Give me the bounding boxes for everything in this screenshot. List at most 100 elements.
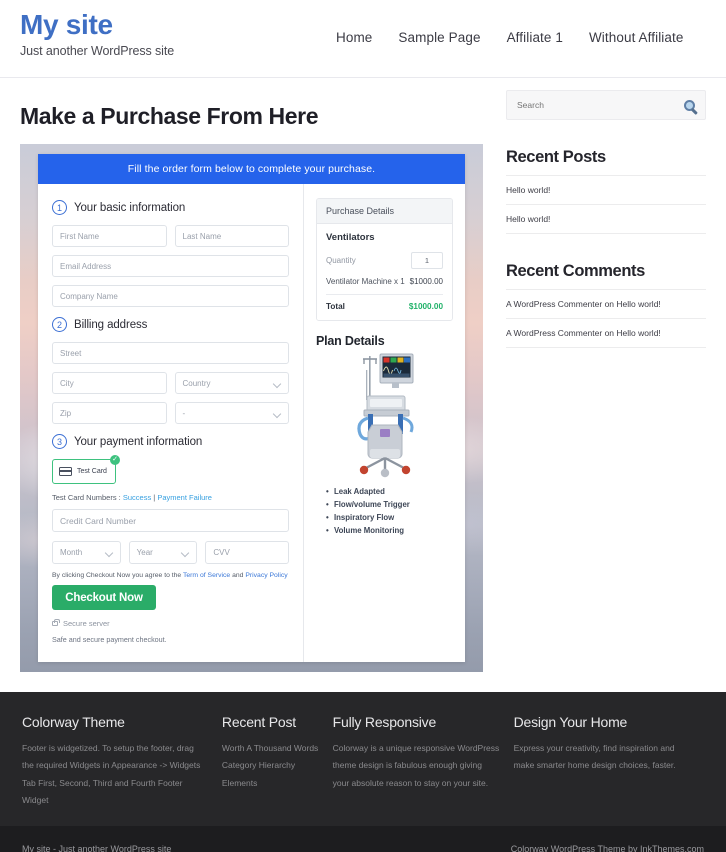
list-item[interactable]: Hello world!	[506, 175, 706, 205]
section-1-number: 1	[52, 200, 67, 215]
list-item[interactable]: Elements	[222, 775, 319, 792]
email-row: Email Address	[52, 255, 289, 277]
city-country-row: City Country	[52, 372, 289, 394]
search-input[interactable]	[517, 100, 647, 110]
month-select[interactable]: Month	[52, 541, 121, 564]
order-form-right-column: Purchase Details Ventilators Quantity 1 …	[304, 184, 465, 662]
search-icon[interactable]	[684, 99, 695, 111]
list-item: Leak Adapted	[326, 486, 453, 499]
section-3-title: Your payment information	[74, 435, 203, 448]
recent-comments-title: Recent Comments	[506, 262, 645, 280]
product-name: Ventilators	[326, 232, 375, 243]
order-form-card: Fill the order form below to complete yo…	[38, 154, 465, 662]
company-input[interactable]: Company Name	[52, 285, 289, 307]
footer-column-3-text: Colorway is a unique responsive WordPres…	[332, 743, 500, 788]
list-item: Inspiratory Flow	[326, 512, 453, 525]
order-form-body: 1 Your basic information First Name Last…	[38, 184, 465, 662]
footer-left-credit: My site - Just another WordPress site	[22, 843, 172, 852]
company-row: Company Name	[52, 285, 289, 307]
section-1-title: Your basic information	[74, 201, 186, 214]
nav-item-affiliate-1[interactable]: Affiliate 1	[507, 30, 563, 45]
footer-column-1-text: Footer is widgetized. To setup the foote…	[22, 743, 201, 806]
footer-recent-post-list: Worth A Thousand Words Category Hierarch…	[222, 740, 319, 792]
sidebar: Recent Posts Hello world! Hello world! R…	[506, 78, 706, 672]
section-2-number: 2	[52, 317, 67, 332]
safe-checkout-note: Safe and secure payment checkout.	[52, 635, 167, 644]
list-item: Flow/volume Trigger	[326, 499, 453, 512]
footer-column-2-title: Recent Post	[221, 714, 296, 730]
ventilator-image	[316, 352, 453, 478]
list-item[interactable]: Worth A Thousand Words	[222, 740, 319, 757]
test-card-tab[interactable]: Test Card ✓	[52, 455, 120, 484]
last-name-input[interactable]: Last Name	[174, 225, 289, 247]
plan-details-title: Plan Details	[316, 334, 385, 348]
recent-posts-list: Hello world! Hello world!	[506, 175, 706, 234]
credit-card-number-input[interactable]: Credit Card Number	[52, 509, 289, 532]
footer-right-credit[interactable]: Colorway WordPress Theme by InkThemes.co…	[511, 844, 704, 852]
section-2-title: Billing address	[74, 318, 148, 331]
site-header: My site Just another WordPress site Home…	[0, 0, 726, 78]
list-item[interactable]: Hello world!	[506, 205, 706, 234]
purchase-details-box: Purchase Details Ventilators Quantity 1 …	[316, 198, 453, 321]
sub-footer: My site - Just another WordPress site Co…	[0, 825, 726, 852]
quantity-row: Quantity 1	[326, 252, 443, 269]
order-form-background: Fill the order form below to complete yo…	[20, 144, 483, 672]
search-widget	[506, 90, 706, 120]
recent-posts-title: Recent Posts	[506, 148, 606, 166]
section-3-number: 3	[52, 434, 67, 449]
site-tagline: Just another WordPress site	[20, 43, 175, 58]
terms-prefix: By clicking Checkout Now you agree to th…	[52, 572, 183, 579]
page-title: Make a Purchase From Here	[20, 103, 319, 129]
zip-state-row: Zip -	[52, 402, 289, 424]
country-select[interactable]: Country	[174, 372, 289, 394]
credit-card-icon	[59, 467, 72, 476]
list-item[interactable]: A WordPress Commenter on Hello world!	[506, 289, 706, 319]
quantity-input[interactable]: 1	[411, 252, 443, 269]
lock-icon	[52, 619, 60, 626]
nav-item-home[interactable]: Home	[336, 30, 372, 45]
first-name-input[interactable]: First Name	[52, 225, 167, 247]
line-item-amount: $1000.00	[409, 277, 443, 286]
recent-comments-list: A WordPress Commenter on Hello world! A …	[506, 289, 706, 348]
line-item-label: Ventilator Machine x 1	[326, 277, 405, 286]
test-card-label: Test Card	[77, 468, 107, 475]
footer-column-1-title: Colorway Theme	[22, 714, 125, 730]
street-input[interactable]: Street	[52, 342, 289, 364]
test-success-link[interactable]: Success	[123, 493, 151, 502]
order-form-left-column: 1 Your basic information First Name Last…	[38, 184, 304, 662]
section-3-heading: 3 Your payment information	[52, 434, 289, 449]
year-select[interactable]: Year	[128, 541, 198, 564]
footer-column-4-text: Express your creativity, find inspiratio…	[513, 743, 676, 771]
site-footer: Colorway Theme Footer is widgetized. To …	[0, 692, 726, 826]
divider	[326, 294, 443, 295]
nav-item-sample-page[interactable]: Sample Page	[398, 30, 480, 45]
cvv-input[interactable]: CVV	[205, 541, 290, 564]
terms-of-service-link[interactable]: Term of Service	[183, 572, 230, 579]
total-amount: $1000.00	[408, 302, 443, 311]
secure-server-note: Secure server	[52, 619, 289, 628]
order-form-banner: Fill the order form below to complete yo…	[38, 154, 465, 184]
nav-item-without-affiliate[interactable]: Without Affiliate	[589, 30, 684, 45]
email-input[interactable]: Email Address	[52, 255, 289, 277]
privacy-policy-link[interactable]: Privacy Policy	[245, 572, 287, 579]
purchase-details-body: Ventilators Quantity 1 Ventilator Machin…	[317, 224, 452, 320]
total-row: Total $1000.00	[326, 302, 443, 311]
terms-text: By clicking Checkout Now you agree to th…	[52, 572, 289, 579]
test-failure-link[interactable]: Payment Failure	[157, 493, 212, 502]
purchase-details-heading: Purchase Details	[317, 199, 452, 224]
total-label: Total	[326, 302, 345, 311]
state-select[interactable]: -	[174, 402, 289, 424]
brand[interactable]: My site Just another WordPress site	[20, 0, 174, 58]
ventilator-illustration	[356, 353, 413, 478]
list-item[interactable]: Category Hierarchy	[222, 757, 319, 774]
list-item[interactable]: A WordPress Commenter on Hello world!	[506, 319, 706, 348]
name-row: First Name Last Name	[52, 225, 289, 247]
quantity-label: Quantity	[326, 256, 356, 265]
page-wrap: Make a Purchase From Here Fill the order…	[0, 78, 726, 672]
zip-input[interactable]: Zip	[52, 402, 167, 424]
check-circle-icon: ✓	[110, 455, 120, 465]
checkout-now-button[interactable]: Checkout Now	[52, 585, 156, 610]
city-input[interactable]: City	[52, 372, 167, 394]
site-title: My site	[20, 9, 113, 40]
expiry-cvv-row: Month Year CVV	[52, 541, 290, 564]
